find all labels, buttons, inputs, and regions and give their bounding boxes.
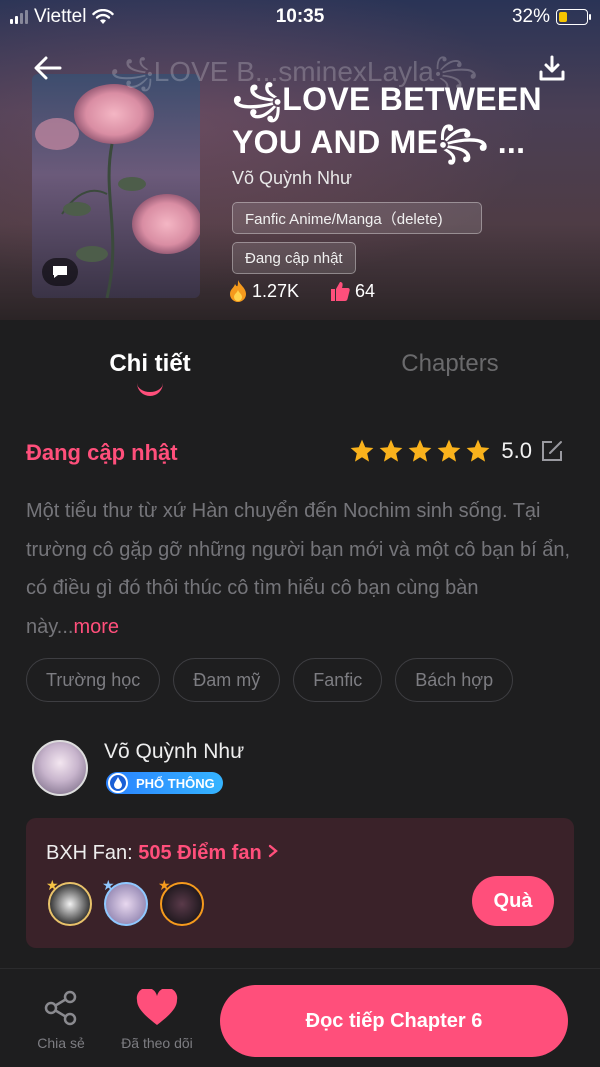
tab-details[interactable]: Chi tiết <box>0 350 300 378</box>
fan-ranking-title[interactable]: BXH Fan: 505 Điểm fan <box>46 842 279 865</box>
share-label: Chia sẻ <box>37 1035 85 1051</box>
thumbs-up-icon <box>331 282 350 301</box>
comment-badge[interactable] <box>42 258 78 286</box>
views-count: 1.27K <box>252 280 300 301</box>
fan-avatar[interactable]: ★ <box>46 878 92 926</box>
heart-icon <box>136 989 178 1025</box>
rating[interactable]: 5.0 <box>349 438 564 464</box>
star-icon <box>380 439 403 462</box>
top-bar: ꧁LOVE B...sminexLayla꧂ <box>0 44 600 90</box>
rank-badge: PHỔ THÔNG <box>106 772 223 794</box>
update-status: Đang cập nhật <box>26 440 178 465</box>
chat-bubble-icon <box>53 266 67 278</box>
rank-label: PHỔ THÔNG <box>136 775 215 791</box>
status-bar: Viettel 10:35 32% <box>0 0 600 34</box>
back-button[interactable] <box>30 50 66 86</box>
continue-reading-button[interactable]: Đọc tiếp Chapter 6 <box>220 985 568 1057</box>
drop-icon <box>108 773 128 793</box>
top-fans: ★ ★ ★ <box>46 878 204 926</box>
download-button[interactable] <box>534 50 570 86</box>
bottom-bar: Chia sẻ Đã theo dõi Đọc tiếp Chapter 6 <box>0 968 600 1067</box>
share-button[interactable]: Chia sẻ <box>21 987 101 1051</box>
more-link[interactable]: more <box>73 616 119 638</box>
star-icon <box>351 439 374 462</box>
crown-icon: ★ <box>46 877 59 893</box>
rating-value: 5.0 <box>501 438 532 463</box>
fan-points: 505 Điểm fan <box>138 842 262 864</box>
edit-rating-icon[interactable] <box>540 439 564 463</box>
author-card[interactable]: Võ Quỳnh Như PHỔ THÔNG <box>32 738 572 798</box>
tab-bar: Chi tiết Chapters <box>0 322 600 402</box>
genre-tag[interactable]: Fanfic Anime/Manga（delete) <box>232 202 482 234</box>
tag-pill[interactable]: Fanfic <box>293 658 383 702</box>
download-icon <box>539 55 565 81</box>
follow-button[interactable]: Đã theo dõi <box>117 987 197 1051</box>
fan-ranking-label: BXH Fan: <box>46 842 139 864</box>
header-title: ꧁LOVE B...sminexLayla꧂ <box>110 56 478 87</box>
fan-avatar[interactable]: ★ <box>158 878 204 926</box>
clock: 10:35 <box>275 6 325 27</box>
arrow-left-icon <box>34 56 62 80</box>
book-description: Một tiểu thư từ xứ Hàn chuyển đến Nochim… <box>26 492 576 646</box>
active-tab-indicator <box>137 382 163 396</box>
status-rating-row: Đang cập nhật 5.0 <box>26 436 574 472</box>
book-author[interactable]: Võ Quỳnh Như <box>232 168 352 189</box>
tag-pill[interactable]: Đam mỹ <box>173 658 281 702</box>
likes-count: 64 <box>355 280 376 301</box>
tab-chapters[interactable]: Chapters <box>300 350 600 378</box>
fan-ranking-box[interactable]: BXH Fan: 505 Điểm fan ★ ★ ★ Quà <box>26 818 574 948</box>
star-icon <box>467 439 490 462</box>
battery-icon <box>556 9 591 25</box>
author-name[interactable]: Võ Quỳnh Như <box>104 740 244 764</box>
author-avatar[interactable] <box>32 740 88 796</box>
follow-label: Đã theo dõi <box>121 1035 193 1051</box>
tag-pill[interactable]: Trường học <box>26 658 161 702</box>
update-status-tag: Đang cập nhật <box>232 242 356 274</box>
fire-icon <box>230 280 246 302</box>
tag-pill[interactable]: Bách hợp <box>395 658 514 702</box>
crown-icon: ★ <box>102 877 115 893</box>
fan-avatar[interactable]: ★ <box>102 878 148 926</box>
gift-button[interactable]: Quà <box>472 876 554 926</box>
tag-list: Trường học Đam mỹ Fanfic Bách hợp <box>26 658 514 702</box>
rating-stars <box>349 438 491 464</box>
book-stats: 1.27K 64 <box>228 279 375 303</box>
star-icon <box>409 439 432 462</box>
crown-icon: ★ <box>158 877 171 893</box>
chevron-right-icon <box>269 844 279 858</box>
share-icon <box>44 990 77 1026</box>
battery-percent: 32% <box>511 6 550 27</box>
star-icon <box>438 439 461 462</box>
